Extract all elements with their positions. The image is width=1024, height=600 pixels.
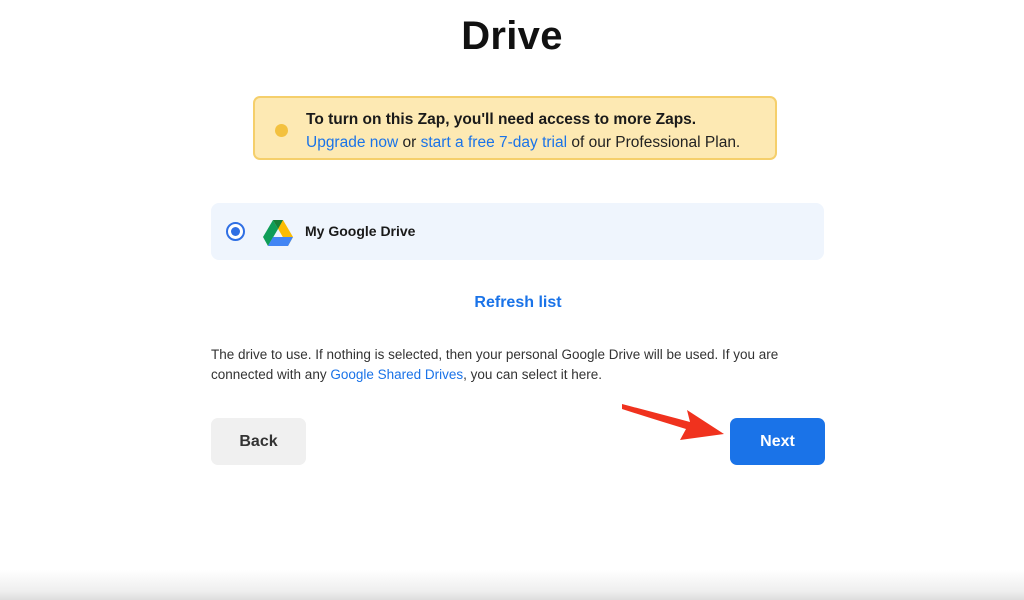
page-title: Drive [461, 14, 563, 58]
upgrade-now-link[interactable]: Upgrade now [306, 134, 398, 151]
annotation-arrow-icon [622, 404, 724, 440]
alert-heading: To turn on this Zap, you'll need access … [306, 111, 697, 128]
alert-or-text: or [398, 134, 421, 151]
google-shared-drives-link[interactable]: Google Shared Drives [330, 367, 463, 382]
field-help-text: The drive to use. If nothing is selected… [211, 345, 825, 385]
warning-dot-icon [275, 124, 288, 137]
alert-text: To turn on this Zap, you'll need access … [306, 108, 740, 154]
bottom-shadow [0, 570, 1024, 600]
refresh-list-link[interactable]: Refresh list [474, 294, 561, 311]
alert-suffix-text: of our Professional Plan. [567, 134, 741, 151]
radio-selected-dot [231, 227, 240, 236]
back-button[interactable]: Back [211, 418, 306, 465]
drive-option-label: My Google Drive [305, 223, 416, 239]
alert-body: Upgrade now or start a free 7-day trial … [306, 131, 740, 154]
drive-radio-button[interactable] [226, 222, 245, 241]
google-drive-icon [263, 220, 293, 246]
refresh-list-container: Refresh list [0, 294, 1024, 312]
help-text-after: , you can select it here. [463, 367, 602, 382]
upgrade-alert: To turn on this Zap, you'll need access … [253, 96, 777, 160]
next-button[interactable]: Next [730, 418, 825, 465]
free-trial-link[interactable]: start a free 7-day trial [421, 134, 567, 151]
drive-option-my-google-drive[interactable]: My Google Drive [211, 203, 824, 260]
drive-setup-page: Drive To turn on this Zap, you'll need a… [0, 0, 1024, 600]
